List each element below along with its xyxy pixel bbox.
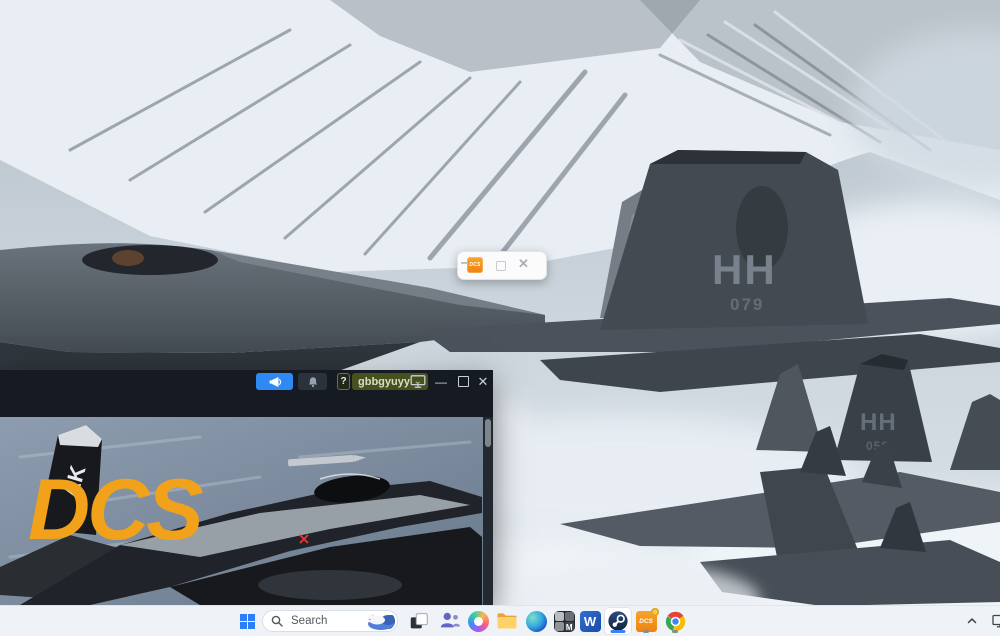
scrollbar[interactable] [483,417,493,605]
minimize-button[interactable]: — [433,373,449,390]
monitor-icon [992,614,1000,628]
folder-icon [497,613,517,629]
start-button[interactable] [234,608,260,634]
chrome-icon [665,611,685,631]
teams-button[interactable] [437,608,463,634]
dcs-splash-image: AK DCS [0,417,483,605]
help-button[interactable]: ? [337,373,350,390]
maximize-icon [457,376,469,387]
tail-code-2: HH [860,409,897,436]
maximize-button[interactable] [455,373,471,390]
word-button[interactable]: W [577,608,603,634]
running-app-indicator [643,630,649,633]
tray-display-button[interactable] [988,608,1000,634]
media-app-icon: M [553,610,575,632]
scrollbar-thumb[interactable] [485,419,491,447]
media-app-letter: M [565,622,573,632]
maximize-button[interactable] [496,261,506,271]
chrome-button[interactable] [662,608,688,634]
monitor-icon [410,375,426,388]
dcs-button[interactable]: DCS [633,607,659,634]
tail-code-1: HH [712,246,777,293]
display-settings-button[interactable] [410,373,426,390]
media-app-button[interactable]: M [551,608,577,634]
search-highlight-image[interactable] [361,612,395,630]
chevron-up-icon [967,618,977,624]
taskbar: M W DCS [0,605,1000,636]
search-icon [271,615,283,627]
dcs-icon: DCS [635,607,659,632]
word-icon: W [579,610,601,632]
task-view-button[interactable] [406,608,432,634]
file-explorer-button[interactable] [494,608,520,634]
edge-button[interactable] [523,608,549,634]
steam-button[interactable] [605,608,631,634]
dcs-icon-text: DCS [639,617,653,625]
tray-overflow-button[interactable] [960,608,984,634]
close-button[interactable]: ✕ [475,373,491,390]
bell-icon [308,376,317,387]
windows-logo-icon [239,613,255,629]
dcs-titlebar: ? gbbgyuyy ⌄ — ✕ [0,370,493,417]
dcs-launcher-window: ? gbbgyuyy ⌄ — ✕ AK DCS [0,370,493,605]
updater-mini-window: — DCS ✕ [457,251,547,280]
close-button[interactable]: ✕ [518,256,529,272]
running-app-indicator [672,630,678,633]
badge-icon [650,607,659,616]
task-view-icon [410,613,428,629]
dcs-app-icon: DCS [467,257,483,273]
search-input[interactable] [289,614,363,628]
edge-icon [525,610,547,632]
dcs-logo-text: DCS [28,462,203,558]
teams-icon [440,612,461,628]
tail-number-1: 079 [730,295,764,314]
announcements-button[interactable] [256,373,293,390]
username-label: gbbgyuyy [358,375,410,388]
active-app-indicator [610,630,626,633]
megaphone-icon [269,376,281,387]
copilot-button[interactable] [465,608,491,634]
notifications-button[interactable] [298,373,327,390]
desktop: HH 079 HH 058 — DCS ✕ [0,0,1000,636]
steam-icon [608,611,628,631]
copilot-icon [467,610,489,632]
search-box[interactable] [262,610,398,632]
